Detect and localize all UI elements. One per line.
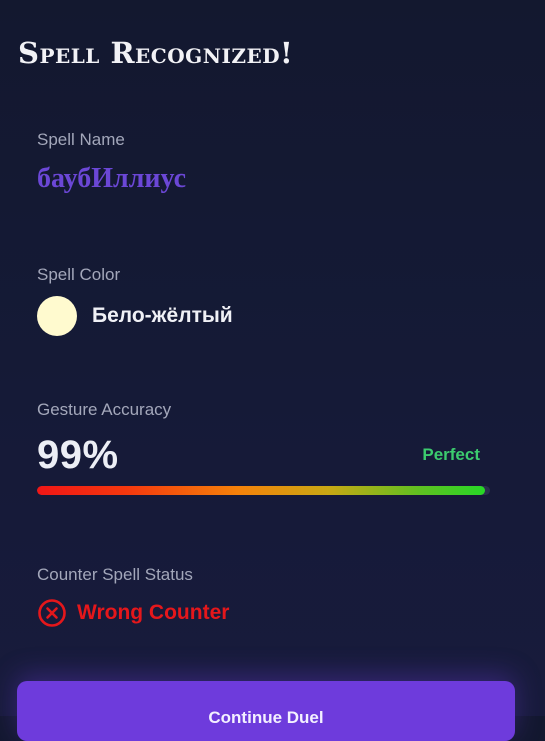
gesture-accuracy-value: 99%: [37, 433, 119, 477]
spell-color-row: Бело-жёлтый: [37, 296, 233, 336]
spell-name-value: баубИллиус: [37, 163, 187, 194]
accuracy-progress-bar: [37, 486, 490, 495]
page-title: Spell Recognized!: [18, 36, 294, 70]
spell-color-value: Бело-жёлтый: [92, 304, 233, 327]
accuracy-rating-badge: Perfect: [422, 445, 480, 464]
counter-status-row: Wrong Counter: [37, 598, 229, 628]
x-circle-icon: [38, 599, 66, 627]
accuracy-progress-fill: [37, 486, 486, 495]
color-swatch: [37, 296, 77, 336]
spell-name-label: Spell Name: [37, 130, 125, 149]
spell-color-label: Spell Color: [37, 265, 121, 284]
counter-spell-label: Counter Spell Status: [37, 565, 193, 584]
gesture-accuracy-label: Gesture Accuracy: [37, 400, 172, 419]
continue-duel-button[interactable]: Continue Duel: [17, 681, 515, 741]
counter-status-text: Wrong Counter: [77, 601, 230, 624]
